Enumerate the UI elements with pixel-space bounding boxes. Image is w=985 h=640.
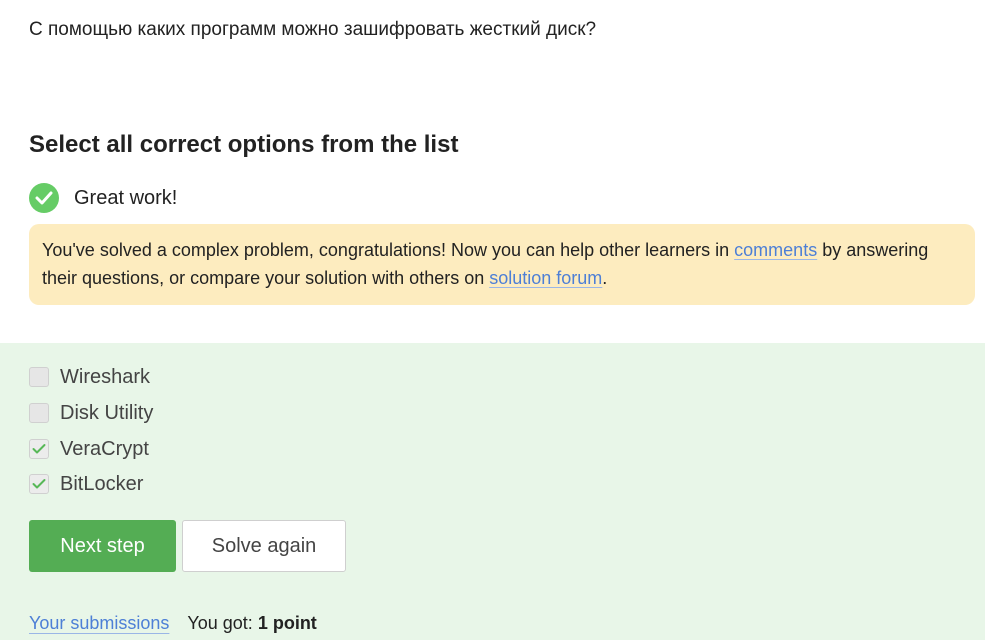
- option-label: Wireshark: [60, 365, 151, 388]
- comments-link[interactable]: comments: [734, 240, 817, 260]
- option-label: VeraCrypt: [60, 437, 149, 460]
- your-submissions-link[interactable]: Your submissions: [29, 613, 169, 634]
- option-veracrypt[interactable]: VeraCrypt: [29, 438, 149, 460]
- checkbox[interactable]: [29, 403, 49, 423]
- instruction-heading: Select all correct options from the list: [29, 131, 459, 158]
- submission-footer: Your submissions You got: 1 point: [29, 613, 317, 634]
- option-disk-utility[interactable]: Disk Utility: [29, 402, 153, 424]
- answer-panel: Wireshark Disk Utility VeraCrypt BitLock…: [0, 343, 985, 640]
- checkmark-icon: [32, 444, 46, 454]
- solution-forum-link[interactable]: solution forum: [489, 268, 602, 288]
- checkmark-icon: [32, 479, 46, 489]
- score-label: You got:: [187, 613, 253, 633]
- status-row: Great work!: [29, 183, 177, 213]
- check-circle-icon: [29, 183, 59, 213]
- feedback-text-before: You've solved a complex problem, congrat…: [42, 240, 735, 260]
- checkbox-checked[interactable]: [29, 474, 49, 494]
- score-value: 1 point: [257, 613, 317, 633]
- feedback-text-after: .: [602, 268, 608, 288]
- option-wireshark[interactable]: Wireshark: [29, 366, 150, 388]
- checkbox-checked[interactable]: [29, 439, 49, 459]
- option-bitlocker[interactable]: BitLocker: [29, 473, 143, 495]
- question-text: С помощью каких программ можно зашифрова…: [29, 19, 597, 40]
- option-label: BitLocker: [60, 472, 144, 495]
- option-label: Disk Utility: [60, 401, 154, 424]
- checkbox[interactable]: [29, 367, 49, 387]
- solve-again-button[interactable]: Solve again: [182, 520, 346, 572]
- feedback-message: You've solved a complex problem, congrat…: [29, 224, 975, 305]
- next-step-button[interactable]: Next step: [29, 520, 176, 572]
- status-text: Great work!: [74, 186, 178, 209]
